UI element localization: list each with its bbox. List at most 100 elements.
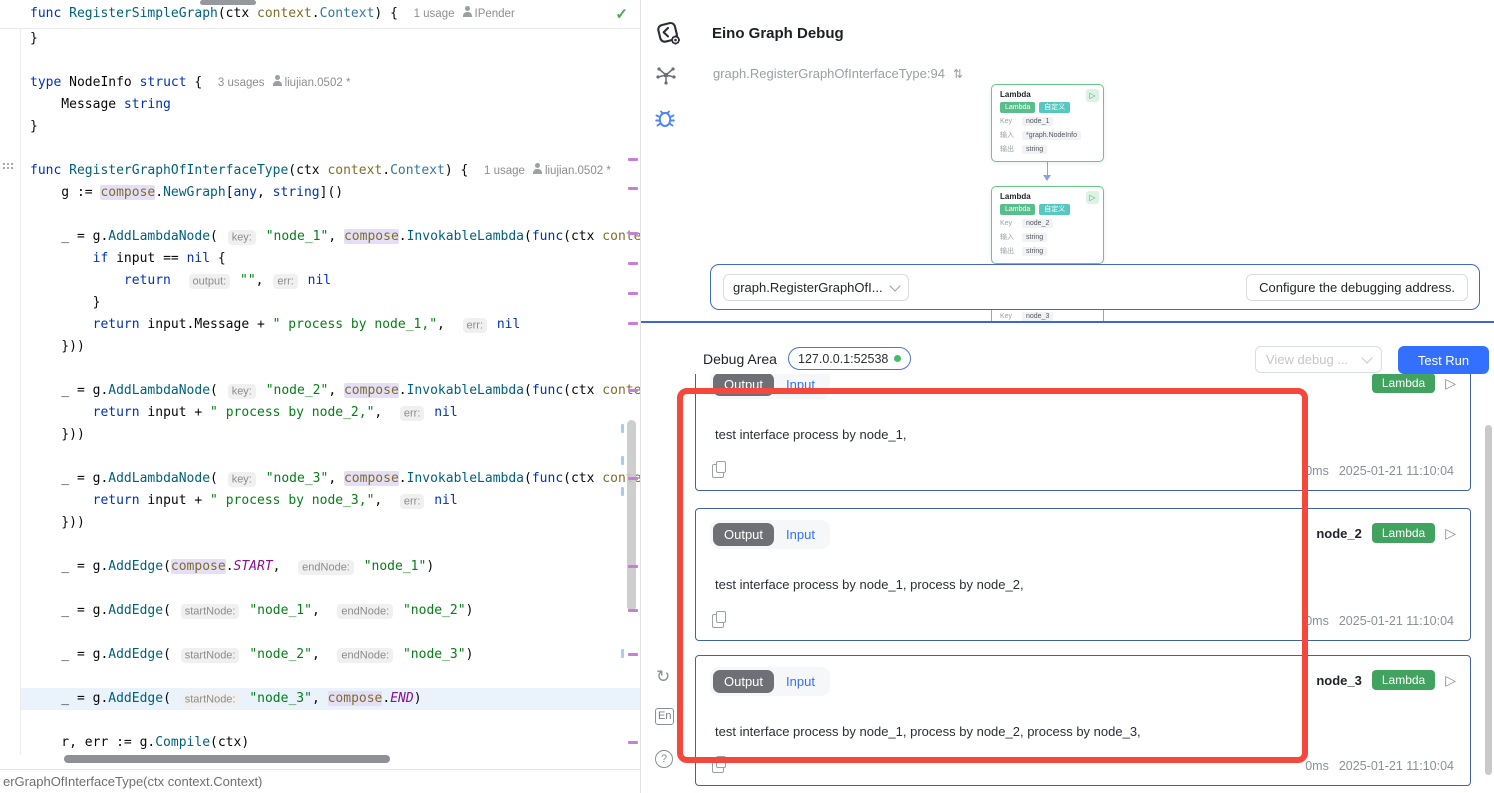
panel-divider[interactable] [641,321,1494,323]
code-line[interactable] [21,710,640,732]
graph-node-lambda-2[interactable]: Lambda ▷ Lambda 自定义 Keynode_2 输入string 输… [991,186,1104,264]
code-line[interactable]: })) [21,512,640,534]
breadcrumb[interactable]: erGraphOfInterfaceType(ctx context.Conte… [0,769,640,793]
code-token [30,493,93,508]
code-line[interactable]: return output: "", err: nil [21,270,640,292]
play-icon[interactable]: ▷ [1445,525,1456,542]
code-line[interactable]: func RegisterSimpleGraph(ctx context.Con… [21,0,640,28]
sticky-code-line[interactable]: func RegisterSimpleGraph(ctx context.Con… [0,0,640,29]
code-line[interactable]: })) [21,424,640,446]
code-line[interactable] [21,446,640,468]
code-token: "node_2" [249,647,312,662]
code-line[interactable]: return input + " process by node_3,", er… [21,490,640,512]
sort-icon[interactable]: ⇅ [953,67,963,81]
editor-horizontal-scrollbar[interactable] [64,755,390,763]
gutter-marker-icon[interactable] [3,163,15,172]
play-icon[interactable]: ▷ [1445,375,1456,392]
node-row-value: string [1022,233,1047,242]
configure-address-button[interactable]: Configure the debugging address. [1246,274,1468,301]
code-line[interactable] [21,578,640,600]
code-token: "node_3" [249,691,312,706]
code-token: } [30,119,38,134]
code-line[interactable]: return input + " process by node_2,", er… [21,402,640,424]
play-icon[interactable]: ▷ [1445,672,1456,689]
chevron-down-icon [889,280,900,291]
code-line[interactable]: Message string [21,94,640,116]
code-line[interactable]: _ = g.AddEdge( startNode: "node_1", endN… [21,600,640,622]
debug-result-card-node1: Output Input Lambda ▷ test interface pro… [695,374,1471,491]
graph-node-lambda-1[interactable]: Lambda ▷ Lambda 自定义 Keynode_1 输入*graph.N… [991,84,1104,162]
code-line[interactable]: _ = g.AddEdge(compose.START, endNode: "n… [21,556,640,578]
results-vertical-scrollbar[interactable] [1485,425,1492,775]
code-line[interactable]: _ = g.AddEdge( startNode: "node_3", comp… [21,688,640,710]
node-run-icon[interactable]: ▷ [1086,89,1099,102]
code-token: ( [163,559,171,574]
code-token: "node_3" [403,647,466,662]
code-line[interactable]: } [21,28,640,50]
code-token: return [93,317,140,332]
code-lines[interactable]: } type NodeInfo struct { 3 usagesliujian.… [21,28,640,754]
code-line[interactable] [21,204,640,226]
copy-icon[interactable] [712,614,724,628]
editor-top-scrollbar[interactable] [200,0,256,5]
code-token: (ctx [563,383,602,398]
code-line[interactable]: r, err := g.Compile(ctx) [21,732,640,754]
code-line[interactable]: return input.Message + " process by node… [21,314,640,336]
tab-output[interactable]: Output [713,670,774,693]
debug-address-text: 127.0.0.1:52538 [798,352,888,366]
tab-output[interactable]: Output [713,374,774,396]
code-line[interactable]: })) [21,336,640,358]
code-line[interactable]: type NodeInfo struct { 3 usagesliujian.0… [21,72,640,94]
code-line[interactable]: _ = g.AddLambdaNode( key: "node_2", comp… [21,380,640,402]
code-line[interactable] [21,138,640,160]
editor-vertical-scrollbar[interactable] [627,420,636,611]
node-row-label: Key [1000,313,1016,320]
code-token: compose [100,185,155,200]
view-debug-dropdown[interactable]: View debug ... [1255,346,1382,373]
help-icon[interactable]: ? [655,750,673,768]
graph-view-icon[interactable] [655,64,677,86]
test-run-button[interactable]: Test Run [1398,346,1489,374]
code-editor-pane[interactable]: } type NodeInfo struct { 3 usagesliujian.… [0,0,641,793]
code-token: nil [187,251,210,266]
code-line[interactable] [21,666,640,688]
tab-input[interactable]: Input [774,670,827,693]
chevron-down-icon [1361,352,1372,363]
code-line[interactable]: g := compose.NewGraph[any, string]() [21,182,640,204]
code-line[interactable]: func RegisterGraphOfInterfaceType(ctx co… [21,160,640,182]
inspection-ok-icon: ✓ [615,5,628,23]
code-token [258,229,266,244]
copy-icon[interactable] [712,759,724,773]
code-token: ( [210,471,226,486]
code-token: func [532,229,563,244]
code-line[interactable]: _ = g.AddLambdaNode( key: "node_3", comp… [21,468,640,490]
code-line[interactable]: _ = g.AddLambdaNode( key: "node_1", comp… [21,226,640,248]
code-token: nil [308,273,331,288]
refresh-icon[interactable]: ↻ [656,667,670,687]
debug-bug-icon[interactable] [652,105,678,131]
tab-input[interactable]: Input [774,523,827,546]
code-token: , [273,559,296,574]
graph-select-dropdown[interactable]: graph.RegisterGraphOfI... [723,274,909,301]
code-line[interactable]: if input == nil { [21,248,640,270]
code-token: func [30,163,69,178]
code-line[interactable]: _ = g.AddEdge( startNode: "node_2", endN… [21,644,640,666]
code-token [356,559,364,574]
code-token: ) { [374,6,413,21]
language-en-icon[interactable]: En [655,708,674,725]
code-line[interactable] [21,534,640,556]
code-token: , [256,273,272,288]
tab-input[interactable]: Input [774,374,827,396]
code-line[interactable]: } [21,292,640,314]
tab-output[interactable]: Output [713,523,774,546]
code-line[interactable] [21,50,640,72]
copy-icon[interactable] [712,464,724,478]
code-line[interactable]: } [21,116,640,138]
code-token: compose [344,471,399,486]
code-line[interactable] [21,622,640,644]
node-run-icon[interactable]: ▷ [1086,191,1099,204]
debug-results-list[interactable]: Output Input Lambda ▷ test interface pro… [695,374,1473,793]
code-line[interactable] [21,358,640,380]
graph-function-label[interactable]: graph.RegisterGraphOfInterfaceType:94 ⇅ [713,66,963,81]
debug-address-badge[interactable]: 127.0.0.1:52538 [788,347,911,370]
